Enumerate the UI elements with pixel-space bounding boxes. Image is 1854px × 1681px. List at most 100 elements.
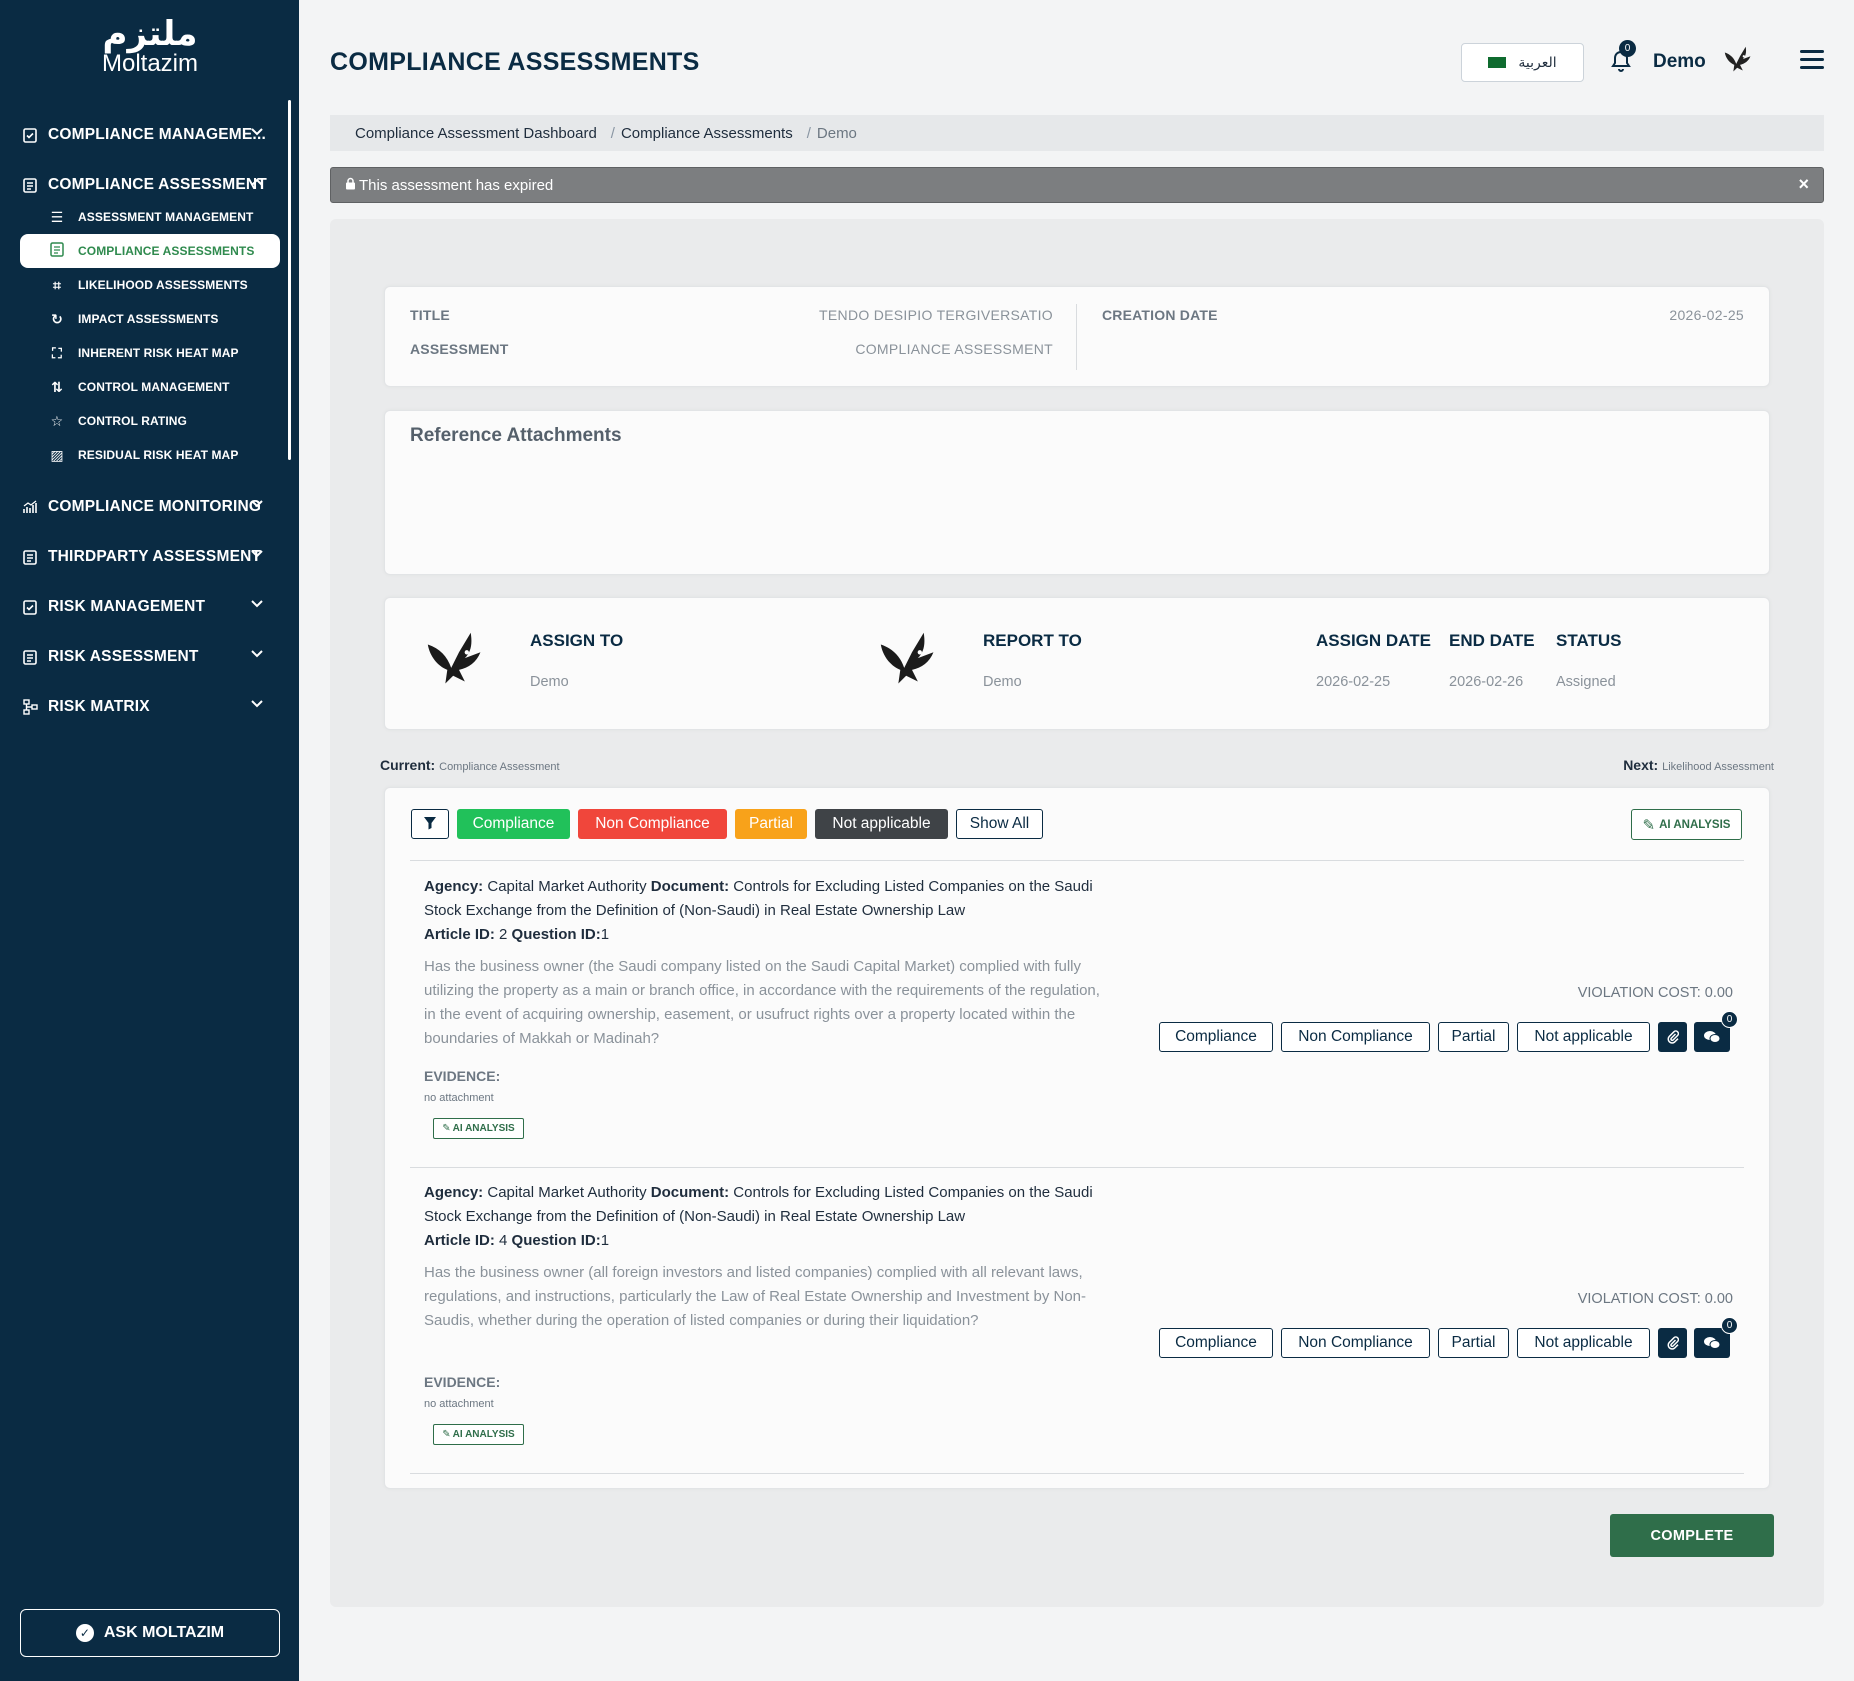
hamburger-menu-icon[interactable] (1800, 50, 1824, 70)
breadcrumb-item-dashboard[interactable]: Compliance Assessment Dashboard (355, 125, 597, 142)
assign-to-value: Demo (530, 674, 569, 690)
filter-show-all-button[interactable]: Show All (956, 809, 1043, 839)
expired-alert: This assessment has expired × (330, 167, 1824, 203)
clipboard-list-icon (20, 547, 40, 567)
sidebar-subitem-likelihood-assessments[interactable]: ⌗ LIKELIHOOD ASSESSMENTS (20, 268, 280, 302)
report-to-label: REPORT TO (983, 631, 1082, 650)
status-value: Assigned (1556, 674, 1616, 690)
sidebar-item-label: COMPLIANCE MANAGEME... (48, 126, 266, 143)
sidebar-item-compliance-monitoring[interactable]: COMPLIANCE MONITORING (20, 492, 270, 522)
question-2-non-compliance-button[interactable]: Non Compliance (1281, 1328, 1430, 1358)
clipboard-list-icon (20, 175, 40, 195)
question-1-text: Has the business owner (the Saudi compan… (424, 958, 1100, 1047)
evidence-value: no attachment (424, 1398, 494, 1410)
sidebar-item-thirdparty-assessment[interactable]: THIRDPARTY ASSESSMENT (20, 542, 270, 572)
chevron-down-icon (250, 546, 264, 562)
chevron-down-icon (250, 696, 264, 712)
comment-count-badge: 0 (1721, 1317, 1738, 1334)
filter-partial-button[interactable]: Partial (735, 809, 807, 839)
brand-logo[interactable]: ملتزم Moltazim (100, 14, 200, 76)
question-2-not-applicable-button[interactable]: Not applicable (1517, 1328, 1650, 1358)
ask-moltazim-button[interactable]: ✓ ASK MOLTAZIM (20, 1609, 280, 1657)
question-1-meta: Agency: Capital Market Authority Documen… (424, 875, 1104, 947)
filter-non-compliance-button[interactable]: Non Compliance (578, 809, 727, 839)
question-1-compliance-button[interactable]: Compliance (1159, 1022, 1273, 1052)
sidebar-subitem-compliance-assessments[interactable]: COMPLIANCE ASSESSMENTS (20, 234, 280, 268)
sidebar-item-risk-matrix[interactable]: RISK MATRIX (20, 692, 270, 722)
sidebar-item-compliance-management[interactable]: COMPLIANCE MANAGEME... (20, 120, 270, 150)
notification-count-badge: 0 (1619, 40, 1636, 57)
question-1-ai-analysis-button[interactable]: ✎ AI ANALYSIS (433, 1118, 524, 1139)
next-step-label: Next: (1623, 757, 1659, 773)
sidebar-item-compliance-assessment[interactable]: COMPLIANCE ASSESSMENT (20, 170, 270, 200)
sidebar-subitem-impact-assessments[interactable]: ↻ IMPACT ASSESSMENTS (20, 302, 280, 336)
filter-not-applicable-button[interactable]: Not applicable (815, 809, 948, 839)
question-label: Question ID: (511, 926, 601, 943)
question-label: Question ID: (511, 1232, 601, 1249)
chevron-down-icon (250, 124, 264, 140)
chart-area-icon: ⛶ (52, 344, 62, 361)
paperclip-icon[interactable] (1658, 1328, 1687, 1358)
paperclip-icon[interactable] (1658, 1022, 1687, 1052)
brand-logo-arabic: ملتزم (102, 14, 198, 54)
close-icon[interactable]: × (1798, 174, 1809, 195)
check-circle-icon: ✓ (75, 1624, 94, 1642)
avatar[interactable] (1721, 43, 1759, 81)
question-1-not-applicable-button[interactable]: Not applicable (1517, 1022, 1650, 1052)
question-2-text: Has the business owner (all foreign inve… (424, 1264, 1087, 1329)
sidebar-scrollbar[interactable] (288, 100, 291, 460)
sidebar-subitem-label: CONTROL RATING (78, 414, 187, 428)
current-step: Current: Compliance Assessment (380, 757, 560, 773)
question-2-partial-button[interactable]: Partial (1438, 1328, 1509, 1358)
sidebar-subitem-control-management[interactable]: ⇅ CONTROL MANAGEMENT (20, 370, 280, 404)
ai-analysis-label: AI ANALYSIS (452, 1123, 515, 1134)
sidebar-item-risk-assessment[interactable]: RISK ASSESSMENT (20, 642, 270, 672)
user-name[interactable]: Demo (1653, 51, 1706, 73)
question-1-partial-button[interactable]: Partial (1438, 1022, 1509, 1052)
sidebar-subitem-control-rating[interactable]: ☆ CONTROL RATING (20, 404, 280, 438)
document-label: Document: (650, 1184, 730, 1201)
funnel-icon (423, 816, 437, 833)
assign-to-label: ASSIGN TO (530, 631, 624, 650)
filter-compliance-button[interactable]: Compliance (457, 809, 570, 839)
article-id: 4 (499, 1232, 508, 1249)
ai-analysis-button[interactable]: ✎ AI ANALYSIS (1631, 809, 1742, 840)
sidebar-subitem-inherent-risk-heat-map[interactable]: ⛶ INHERENT RISK HEAT MAP (20, 336, 280, 370)
question-2-compliance-button[interactable]: Compliance (1159, 1328, 1273, 1358)
sidebar-subitem-label: IMPACT ASSESSMENTS (78, 312, 219, 326)
sidebar-subitem-label: INHERENT RISK HEAT MAP (78, 346, 239, 360)
question-2-ai-analysis-button[interactable]: ✎ AI ANALYSIS (433, 1424, 524, 1445)
sidebar-subitem-residual-risk-heat-map[interactable]: ▨ RESIDUAL RISK HEAT MAP (20, 438, 280, 472)
chevron-up-icon (250, 174, 264, 190)
agency-value: Capital Market Authority (487, 878, 647, 895)
reporter-avatar (873, 625, 951, 703)
lock-icon (345, 177, 356, 193)
refresh-icon: ↻ (51, 310, 63, 327)
summary-divider (1076, 304, 1077, 370)
breadcrumb-item-compliance-assessments[interactable]: Compliance Assessments (621, 125, 793, 142)
brand-logo-english: Moltazim (101, 50, 198, 77)
violation-cost: VIOLATION COST: 0.00 (1577, 1291, 1733, 1307)
reference-attachments-title: Reference Attachments (410, 425, 622, 446)
sidebar-subitem-assessment-management[interactable]: ☰ ASSESSMENT MANAGEMENT (20, 200, 280, 234)
ai-analysis-label: AI ANALYSIS (452, 1429, 515, 1440)
sidebar-item-risk-management[interactable]: RISK MANAGEMENT (20, 592, 270, 622)
summary-card (384, 286, 1770, 387)
complete-button[interactable]: COMPLETE (1610, 1514, 1774, 1557)
evidence-value: no attachment (424, 1092, 494, 1104)
sidebar-subitem-label: ASSESSMENT MANAGEMENT (78, 210, 254, 224)
sidebar-item-label: RISK MATRIX (48, 698, 150, 715)
breadcrumb: Compliance Assessment Dashboard / Compli… (330, 115, 1824, 151)
chart-line-icon (20, 497, 40, 517)
divider (410, 1473, 1744, 1474)
article-id: 2 (499, 926, 508, 943)
filter-button[interactable] (411, 809, 449, 839)
sliders-icon: ⇅ (51, 378, 63, 395)
nodes-icon: ⌗ (53, 276, 61, 293)
question-1-non-compliance-button[interactable]: Non Compliance (1281, 1022, 1430, 1052)
image-icon: ▨ (50, 446, 64, 463)
divider (410, 860, 1744, 861)
language-switch-button[interactable]: العربية (1461, 43, 1584, 82)
pencil-icon: ✎ (1642, 816, 1656, 834)
sidebar-item-label: COMPLIANCE MONITORING (48, 498, 262, 515)
